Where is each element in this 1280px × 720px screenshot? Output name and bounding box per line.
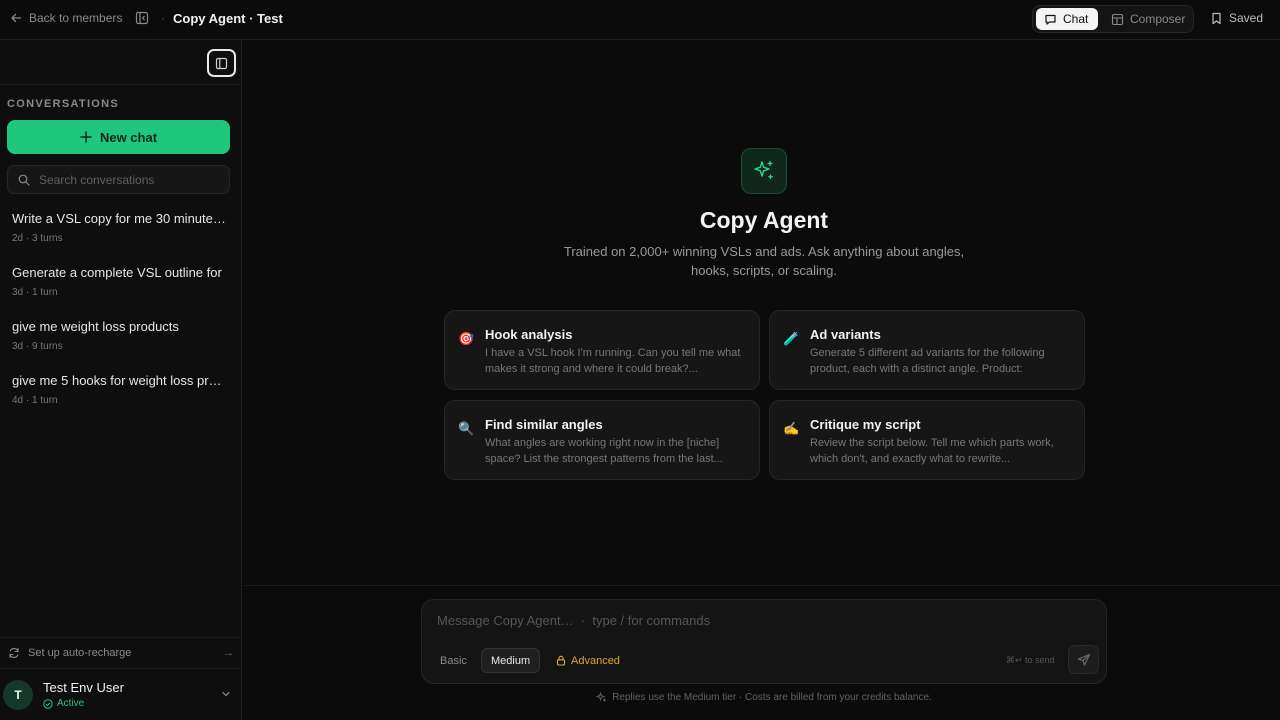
tab-composer-label: Composer — [1130, 12, 1186, 26]
conversation-item[interactable]: give me weight loss products 3d · 9 turn… — [12, 319, 227, 352]
tab-chat[interactable]: Chat — [1036, 8, 1098, 30]
card-title: Hook analysis — [485, 327, 573, 342]
back-to-members-link[interactable]: Back to members — [10, 11, 122, 25]
card-description: Review the script below. Tell me which p… — [810, 437, 1054, 465]
conversation-title: give me weight loss products — [12, 319, 179, 334]
auto-recharge-label: Set up auto-recharge — [28, 646, 132, 659]
arrow-left-icon — [10, 12, 22, 24]
lock-icon — [556, 655, 566, 666]
chevron-down-icon[interactable] — [221, 689, 231, 699]
footnote-text: Replies use the Medium tier · Costs are … — [612, 692, 932, 703]
top-bar: Back to members · Copy Agent · Test Chat… — [0, 0, 1280, 40]
status-badge: Active — [43, 698, 84, 709]
suggestion-card-hook-analysis[interactable]: 🎯 Hook analysis I have a VSL hook I'm ru… — [444, 310, 760, 390]
card-description: I have a VSL hook I'm running. Can you t… — [485, 347, 741, 375]
tier-medium-button[interactable]: Medium — [481, 648, 541, 673]
composer-area: Basic Medium Advanced ⌘↵ to send — [243, 585, 1280, 720]
writing-hand-icon: ✍️ — [783, 421, 800, 436]
card-title: Ad variants — [810, 327, 881, 342]
agent-title: Copy Agent — [699, 207, 829, 233]
magnifier-icon: 🔍 — [458, 421, 475, 436]
user-status-label: Active — [57, 698, 85, 709]
main-panel: Copy Agent Trained on 2,000+ winning VSL… — [243, 41, 1280, 720]
user-name: Test Env User — [43, 680, 124, 695]
conversation-meta: 3d · 1 turn — [12, 287, 58, 298]
conversation-meta: 2d · 3 turns — [12, 233, 63, 244]
back-label: Back to members — [29, 11, 123, 25]
refresh-icon — [8, 647, 20, 659]
tab-composer[interactable]: Composer — [1103, 8, 1191, 30]
chat-bubble-icon — [1044, 13, 1057, 26]
tab-chat-label: Chat — [1063, 12, 1089, 26]
conversation-item[interactable]: give me 5 hooks for weight loss products… — [12, 373, 227, 406]
auto-recharge-link[interactable]: Set up auto-recharge → — [0, 637, 242, 667]
new-chat-label: New chat — [99, 129, 158, 145]
tier-advanced-label: Advanced — [571, 654, 620, 667]
conversation-title: Generate a complete VSL outline for — [12, 265, 222, 280]
saved-label: Saved — [1229, 11, 1264, 25]
conversation-item[interactable]: Generate a complete VSL outline for 3d ·… — [12, 265, 227, 298]
search-input[interactable] — [39, 172, 219, 187]
avatar: T — [3, 680, 33, 710]
card-title: Find similar angles — [485, 417, 603, 432]
panel-collapse-icon — [215, 57, 228, 70]
tier-advanced-button[interactable]: Advanced — [547, 648, 629, 673]
collapse-sidebar-button[interactable] — [207, 49, 236, 77]
send-icon — [1077, 653, 1091, 667]
sparkles-icon — [741, 148, 787, 194]
send-button[interactable] — [1068, 645, 1099, 674]
card-description: Generate 5 different ad variants for the… — [810, 347, 1045, 375]
composer-footnote: Replies use the Medium tier · Costs are … — [243, 692, 1280, 703]
sidebar-divider — [0, 84, 242, 85]
sparkles-icon — [596, 692, 607, 703]
bookmark-icon — [1211, 12, 1222, 25]
check-circle-icon — [43, 698, 53, 709]
conversations-heading: CONVERSATIONS — [7, 98, 120, 110]
breadcrumb-separator: · — [161, 11, 165, 25]
target-icon: 🎯 — [458, 331, 475, 346]
plus-icon — [80, 131, 92, 143]
search-conversations — [7, 165, 230, 194]
agent-subtitle: Trained on 2,000+ winning VSLs and ads. … — [563, 244, 965, 278]
test-tube-icon: 🧪 — [783, 331, 800, 346]
tier-basic-button[interactable]: Basic — [431, 648, 476, 673]
conversation-meta: 4d · 1 turn — [12, 395, 58, 406]
search-icon — [18, 174, 30, 186]
app-root: Back to members · Copy Agent · Test Chat… — [0, 0, 1280, 720]
conversation-title: give me 5 hooks for weight loss products — [12, 373, 227, 388]
page-title: Copy Agent · Test — [173, 11, 283, 26]
suggestion-card-find-similar-angles[interactable]: 🔍 Find similar angles What angles are wo… — [444, 400, 760, 480]
layout-icon — [1111, 13, 1124, 26]
card-title: Critique my script — [810, 417, 921, 432]
suggestion-card-critique-script[interactable]: ✍️ Critique my script Review the script … — [769, 400, 1085, 480]
send-shortcut-hint: ⌘↵ to send — [1006, 655, 1055, 665]
view-switcher: Chat Composer — [1032, 5, 1194, 33]
saved-button[interactable]: Saved — [1211, 11, 1263, 25]
sidebar: CONVERSATIONS New chat Write a VSL copy … — [0, 41, 242, 720]
new-chat-button[interactable]: New chat — [7, 120, 230, 154]
suggestion-card-ad-variants[interactable]: 🧪 Ad variants Generate 5 different ad va… — [769, 310, 1085, 390]
message-input[interactable] — [437, 613, 1037, 628]
conversation-item[interactable]: Write a VSL copy for me 30 minutes long … — [12, 211, 227, 244]
arrow-right-icon: → — [223, 646, 234, 659]
card-description: What angles are working right now in the… — [485, 437, 723, 465]
conversation-title: Write a VSL copy for me 30 minutes long — [12, 211, 227, 226]
conversation-meta: 3d · 9 turns — [12, 341, 63, 352]
message-composer: Basic Medium Advanced ⌘↵ to send — [421, 599, 1107, 684]
sidebar-toggle-icon[interactable] — [135, 11, 149, 25]
user-profile[interactable]: T Test Env User Active — [0, 668, 242, 720]
